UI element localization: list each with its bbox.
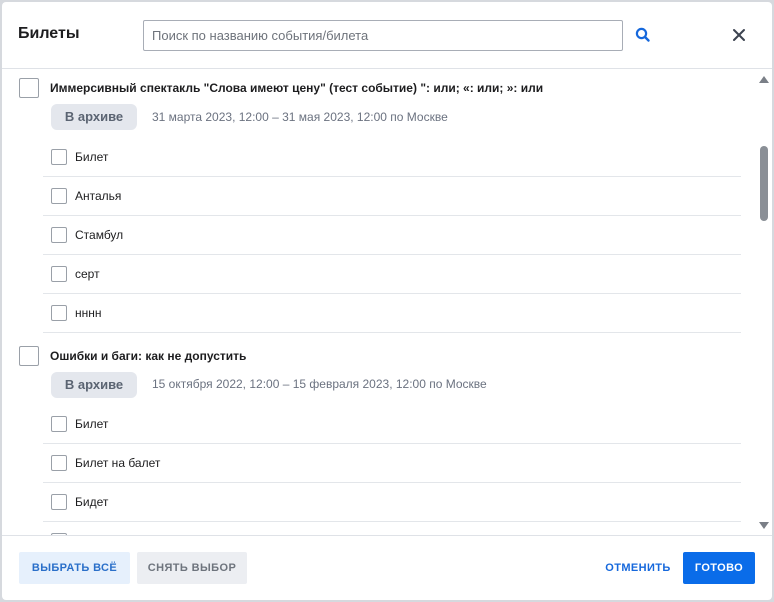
close-button[interactable]	[728, 24, 750, 46]
event-title: Иммерсивный спектакль "Слова имеют цену"…	[50, 81, 544, 95]
ticket-row[interactable]: нннн	[43, 294, 741, 333]
scroll-up-arrow-icon[interactable]	[759, 76, 769, 83]
ticket-label: Билет на балет	[75, 456, 161, 470]
ticket-label: серт	[75, 267, 100, 281]
ticket-checkbox[interactable]	[51, 494, 67, 510]
ticket-checkbox[interactable]	[51, 266, 67, 282]
search-button[interactable]	[632, 24, 654, 46]
ticket-row[interactable]: Билет	[43, 138, 741, 177]
archive-badge: В архиве	[51, 372, 137, 398]
ticket-row[interactable]: Стамбул	[43, 216, 741, 255]
event-date: 31 марта 2023, 12:00 – 31 мая 2023, 12:0…	[152, 110, 448, 124]
ticket-label: Бидет	[75, 495, 109, 509]
tickets-dialog: Билеты Иммерсивный спектакль "Слова имею…	[2, 2, 772, 600]
ticket-label: Стамбул	[75, 228, 124, 242]
ticket-row[interactable]: Бидет	[43, 483, 741, 522]
archive-badge: В архиве	[51, 104, 137, 130]
ticket-checkbox[interactable]	[51, 188, 67, 204]
search-icon	[635, 27, 650, 42]
done-button[interactable]: ГОТОВО	[683, 552, 755, 584]
scrollbar[interactable]	[756, 70, 772, 535]
ticket-checkbox[interactable]	[51, 455, 67, 471]
ticket-row[interactable]: серт	[43, 255, 741, 294]
search-input[interactable]	[143, 20, 623, 51]
event-checkbox[interactable]	[19, 346, 39, 366]
scroll-thumb[interactable]	[760, 146, 768, 221]
ticket-row[interactable]: Билет	[43, 405, 741, 444]
event-checkbox[interactable]	[19, 78, 39, 98]
ticket-row[interactable]	[43, 522, 741, 535]
cancel-button[interactable]: ОТМЕНИТЬ	[598, 552, 678, 584]
dialog-title: Билеты	[18, 25, 80, 42]
ticket-row[interactable]: Билет на балет	[43, 444, 741, 483]
ticket-label: Билет	[75, 150, 109, 164]
ticket-label: нннн	[75, 306, 102, 320]
scroll-down-arrow-icon[interactable]	[759, 522, 769, 529]
ticket-checkbox[interactable]	[51, 305, 67, 321]
close-icon	[733, 29, 745, 41]
ticket-checkbox[interactable]	[51, 227, 67, 243]
dialog-header: Билеты	[2, 2, 772, 69]
events-list: Иммерсивный спектакль "Слова имеют цену"…	[2, 70, 772, 535]
ticket-checkbox[interactable]	[51, 416, 67, 432]
ticket-label: Анталья	[75, 189, 122, 203]
dialog-footer: ВЫБРАТЬ ВСЁ СНЯТЬ ВЫБОР ОТМЕНИТЬ ГОТОВО	[2, 535, 772, 600]
deselect-button[interactable]: СНЯТЬ ВЫБОР	[137, 552, 247, 584]
ticket-row[interactable]: Анталья	[43, 177, 741, 216]
select-all-button[interactable]: ВЫБРАТЬ ВСЁ	[19, 552, 130, 584]
event-title: Ошибки и баги: как не допустить	[50, 349, 247, 363]
ticket-checkbox[interactable]	[51, 149, 67, 165]
ticket-label: Билет	[75, 417, 109, 431]
event-date: 15 октября 2022, 12:00 – 15 февраля 2023…	[152, 377, 487, 391]
